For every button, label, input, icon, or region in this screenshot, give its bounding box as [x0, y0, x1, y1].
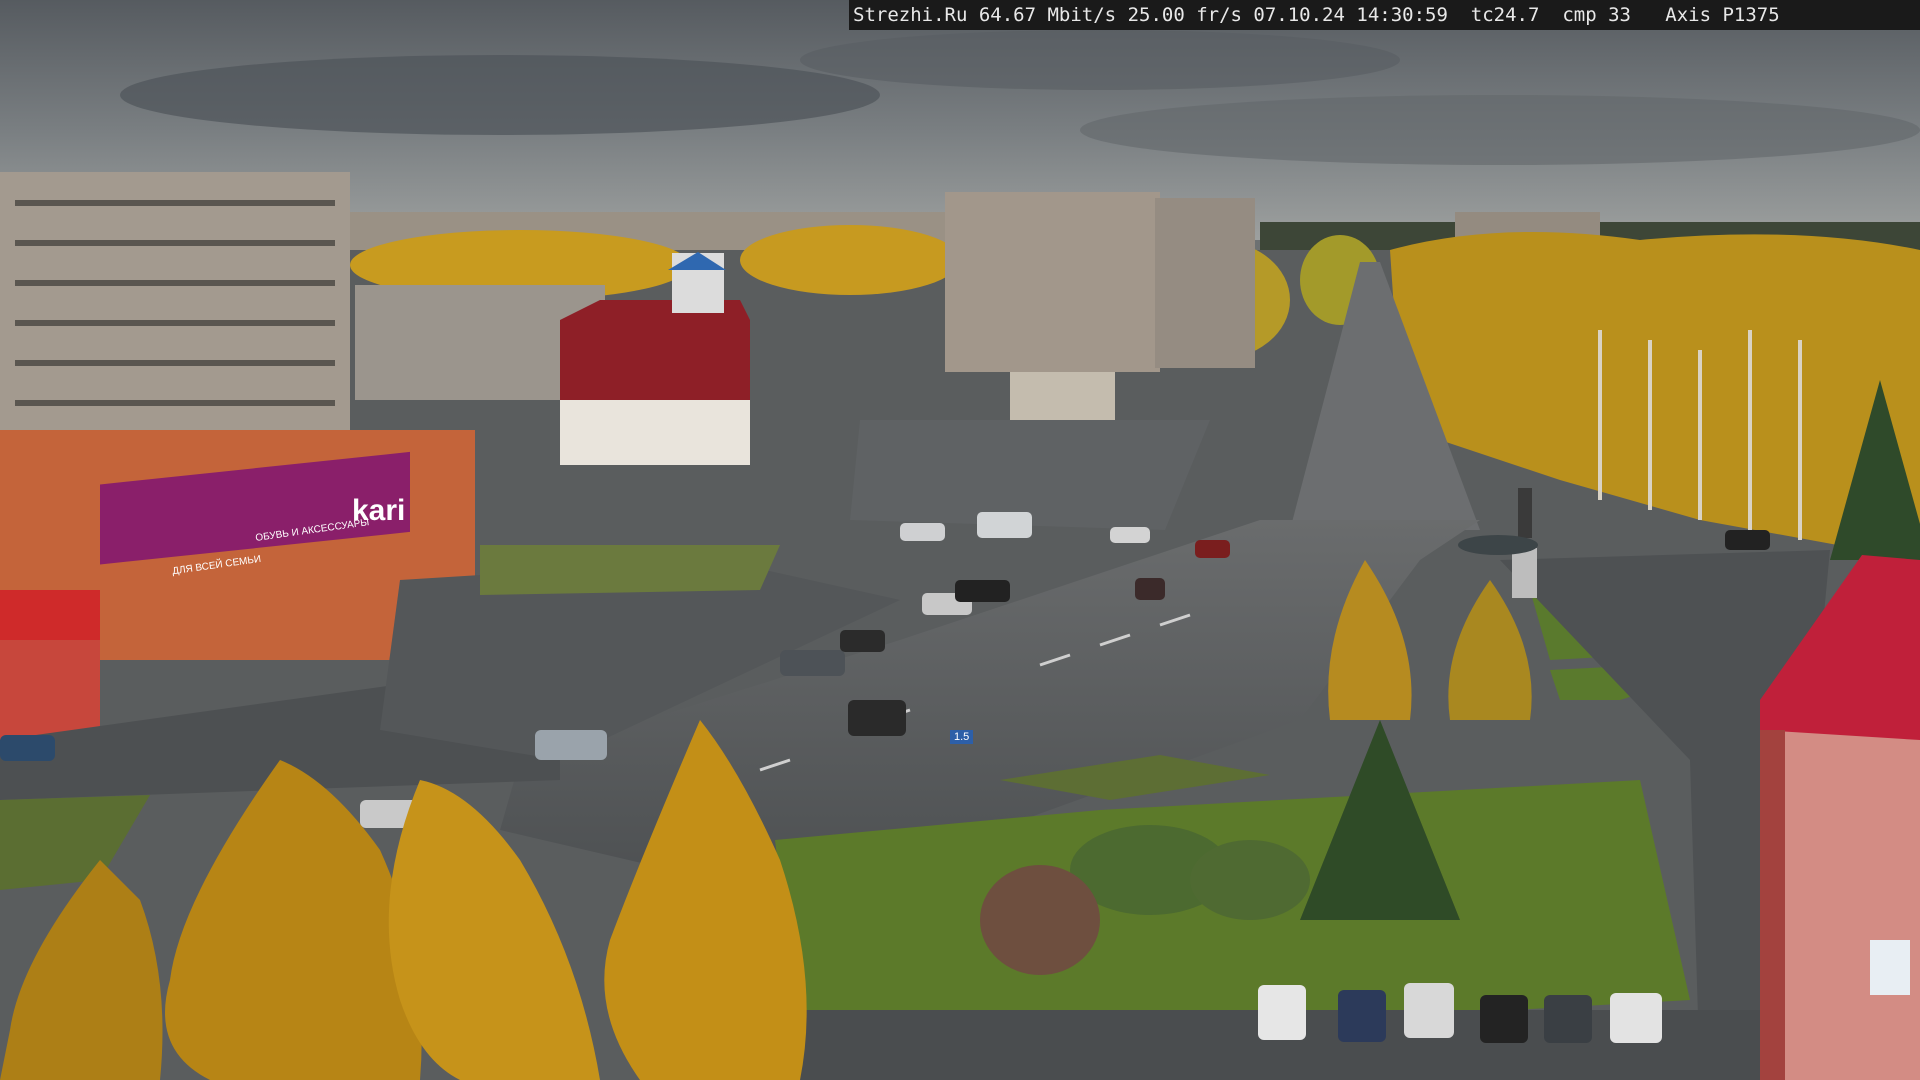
red-roof-building-right [1765, 730, 1920, 1080]
window [1870, 940, 1910, 995]
apartment-block-center [945, 192, 1160, 372]
osd-cmp: cmp 33 [1562, 4, 1631, 26]
red-roof [560, 300, 750, 400]
monument-statue [1518, 488, 1532, 538]
shrubs [980, 865, 1100, 975]
autumn-trees [740, 225, 960, 295]
webcam-scene: kari [0, 0, 1920, 1080]
camera-osd-bar: Strezhi.Ru 64.67 Mbit/s 25.00 fr/s 07.10… [849, 0, 1920, 30]
apartment-block-center-2 [1155, 198, 1255, 368]
osd-camera: Axis P1375 [1665, 4, 1780, 26]
red-pavilion-top [0, 590, 100, 640]
osd-framerate: 25.00 fr/s [1127, 4, 1242, 26]
shrubs [1190, 840, 1310, 920]
cloud [120, 55, 880, 135]
cloud [1080, 95, 1920, 165]
grass-lawn-center [480, 545, 780, 595]
monument-pedestal [1512, 548, 1537, 598]
osd-site: Strezhi.Ru [853, 4, 968, 26]
osd-time: 14:30:59 [1356, 4, 1448, 26]
fountain [1458, 535, 1538, 555]
cloud [800, 30, 1400, 90]
low-building [1010, 372, 1115, 420]
osd-bitrate: 64.67 Mbit/s [978, 4, 1117, 26]
tower-wall [1760, 730, 1785, 1080]
osd-date: 07.10.24 [1253, 4, 1345, 26]
road-sign: 1.5 [950, 730, 974, 744]
osd-tc: tc24.7 [1470, 4, 1540, 26]
